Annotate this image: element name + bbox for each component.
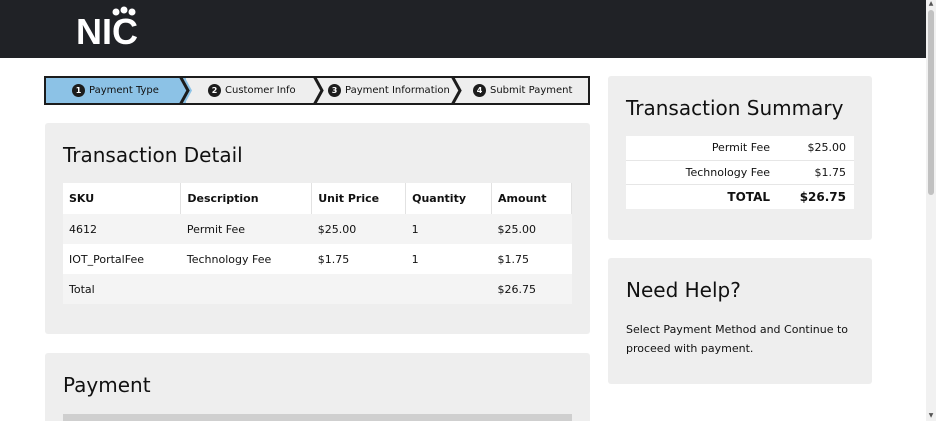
payment-title: Payment <box>63 373 151 397</box>
table-row: 4612 Permit Fee $25.00 1 $25.00 <box>63 214 572 244</box>
checkout-stepper: 1 Payment Type 2 Customer Info 3 Payment… <box>44 76 590 105</box>
scroll-up-icon[interactable]: ▲ <box>927 0 935 8</box>
summary-row: Technology Fee $1.75 <box>626 160 854 185</box>
step-label: Submit Payment <box>490 85 573 96</box>
column-header-quantity: Quantity <box>405 183 493 214</box>
column-header-unit-price: Unit Price <box>311 183 407 214</box>
payment-method-header-bar <box>63 414 572 421</box>
summary-total-label: TOTAL <box>727 189 770 204</box>
step-number: 3 <box>328 84 341 97</box>
transaction-summary-title: Transaction Summary <box>626 96 844 120</box>
total-amount: $26.75 <box>491 274 572 304</box>
column-header-sku: SKU <box>63 183 182 214</box>
step-label: Customer Info <box>225 85 296 96</box>
cell-quantity: 1 <box>405 214 492 244</box>
summary-item-label: Technology Fee <box>626 160 778 185</box>
transaction-detail-table: SKU Description Unit Price Quantity Amou… <box>63 183 572 304</box>
transaction-detail-panel: Transaction Detail SKU Description Unit … <box>45 123 590 334</box>
step-payment-type[interactable]: 1 Payment Type <box>46 78 186 103</box>
column-header-description: Description <box>180 183 313 214</box>
summary-total-row: TOTAL $26.75 <box>626 184 854 209</box>
column-header-amount: Amount <box>491 183 572 214</box>
need-help-title: Need Help? <box>626 278 741 302</box>
step-number: 4 <box>473 84 486 97</box>
step-payment-information[interactable]: 3 Payment Information <box>328 78 450 103</box>
need-help-panel: Need Help? Select Payment Method and Con… <box>608 258 872 384</box>
scroll-down-icon[interactable]: ▼ <box>927 412 935 420</box>
svg-text:NIC: NIC <box>76 11 138 50</box>
summary-item-label: Permit Fee <box>626 136 778 161</box>
table-total-row: Total $26.75 <box>63 274 572 304</box>
step-number: 2 <box>208 84 221 97</box>
chevron-right-icon <box>313 78 324 103</box>
cell-unit-price: $25.00 <box>311 214 406 244</box>
step-label: Payment Information <box>345 85 450 96</box>
cell-sku: IOT_PortalFee <box>63 244 181 274</box>
summary-item-amount: $1.75 <box>778 160 854 185</box>
transaction-summary-table: Permit Fee $25.00 Technology Fee $1.75 T… <box>626 136 854 209</box>
table-row: IOT_PortalFee Technology Fee $1.75 1 $1.… <box>63 244 572 274</box>
cell-amount: $25.00 <box>491 214 572 244</box>
help-text: Select Payment Method and Continue to pr… <box>626 323 849 355</box>
table-header-row: SKU Description Unit Price Quantity Amou… <box>63 183 572 214</box>
summary-row: Permit Fee $25.00 <box>626 136 854 161</box>
chevron-right-icon <box>177 78 192 103</box>
cell-description: Technology Fee <box>180 244 312 274</box>
summary-total-amount: $26.75 <box>799 189 846 204</box>
scrollbar-thumb[interactable] <box>928 10 934 195</box>
empty-cell <box>180 274 312 304</box>
top-header-bar: NIC <box>0 0 926 58</box>
total-label: Total <box>63 274 181 304</box>
step-submit-payment[interactable]: 4 Submit Payment <box>473 78 572 103</box>
cell-unit-price: $1.75 <box>311 244 406 274</box>
cell-description: Permit Fee <box>180 214 312 244</box>
step-number: 1 <box>72 84 85 97</box>
nic-logo[interactable]: NIC <box>76 6 140 50</box>
cell-amount: $1.75 <box>491 244 572 274</box>
summary-item-amount: $25.00 <box>778 136 854 161</box>
empty-cell <box>311 274 406 304</box>
payment-panel: Payment <box>45 353 590 421</box>
empty-cell <box>405 274 492 304</box>
chevron-right-icon <box>451 78 462 103</box>
step-label: Payment Type <box>89 85 159 96</box>
transaction-summary-panel: Transaction Summary Permit Fee $25.00 Te… <box>608 76 872 240</box>
cell-quantity: 1 <box>405 244 492 274</box>
step-customer-info[interactable]: 2 Customer Info <box>206 78 296 103</box>
transaction-detail-title: Transaction Detail <box>63 143 243 167</box>
cell-sku: 4612 <box>63 214 181 244</box>
